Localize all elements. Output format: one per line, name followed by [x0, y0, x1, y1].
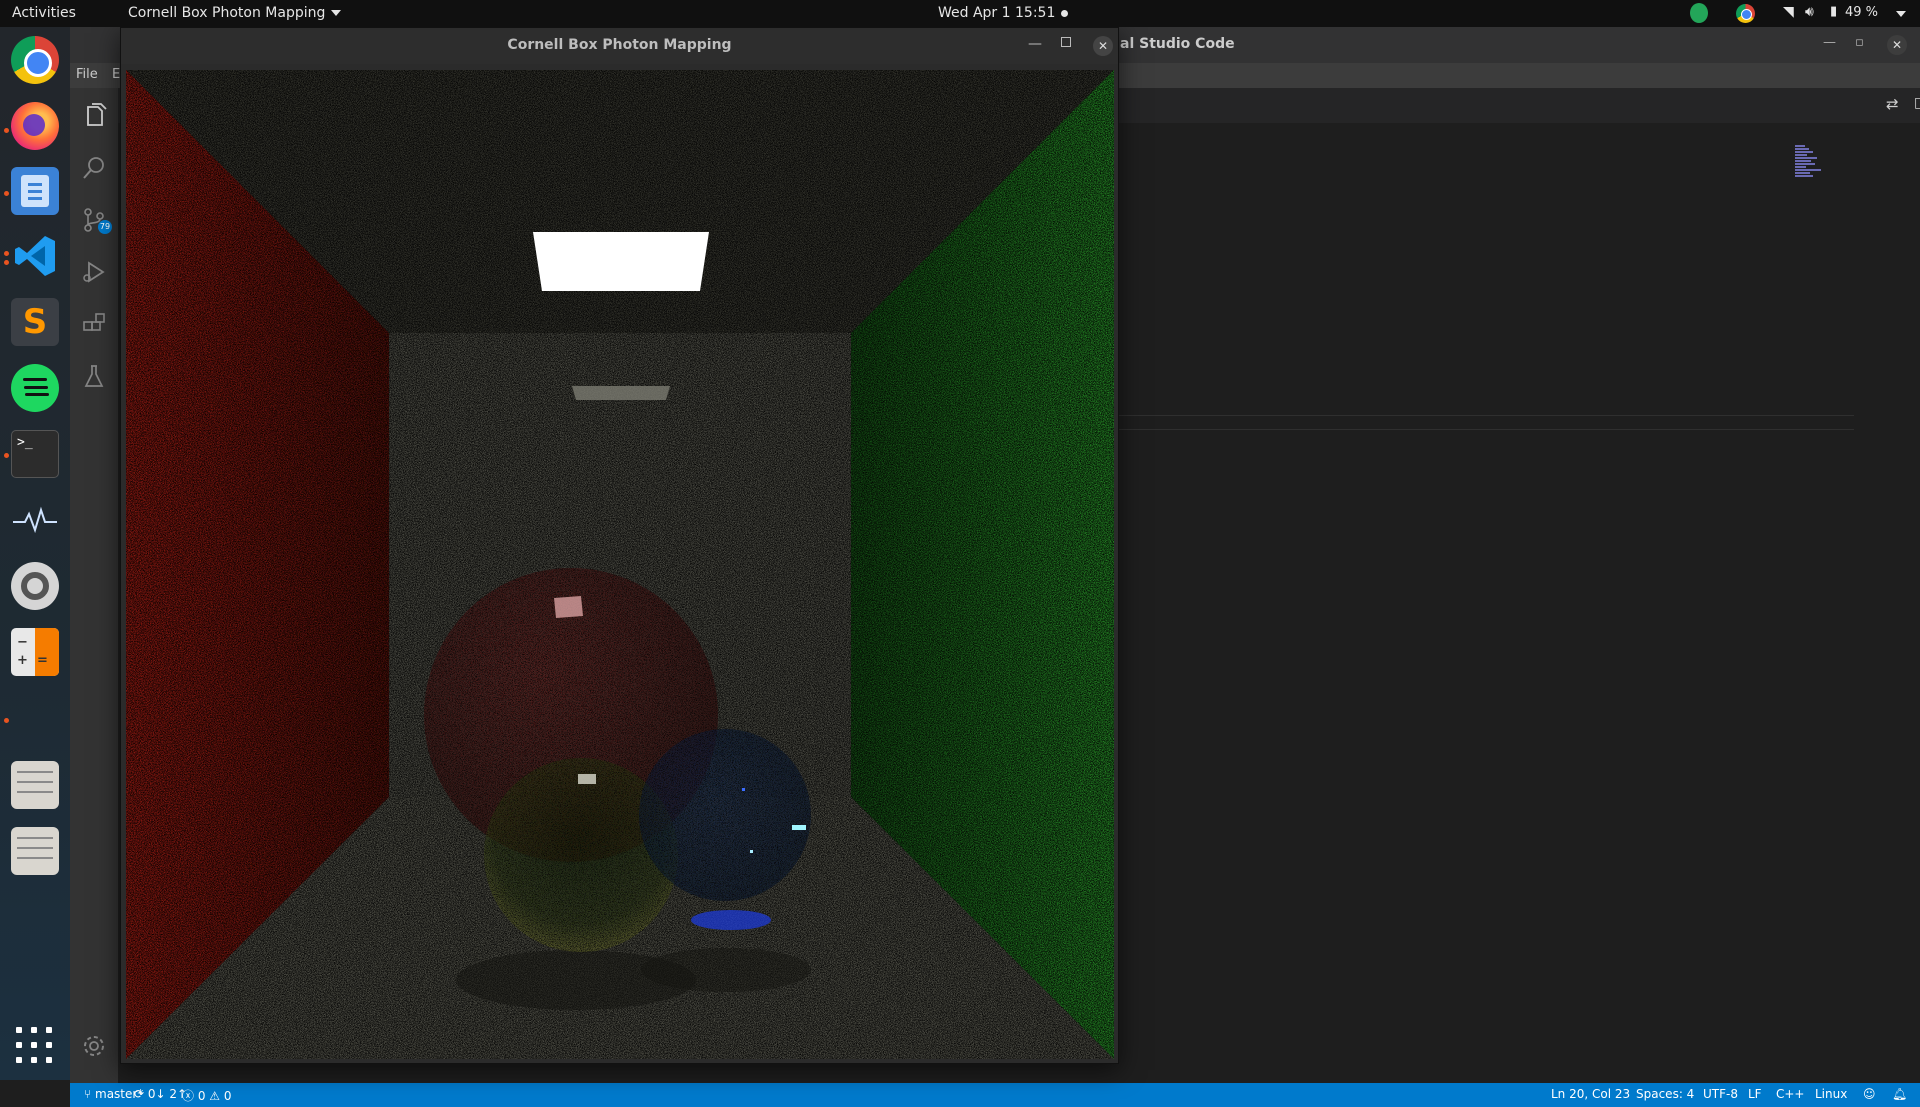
status-indicator-icon[interactable]: [1690, 3, 1708, 23]
render-maximize-button[interactable]: [1061, 37, 1071, 47]
running-indicator: [4, 128, 9, 133]
editor-divider: [1118, 415, 1854, 416]
volume-icon[interactable]: 🔊︎: [1805, 4, 1814, 20]
clock[interactable]: Wed Apr 1 15:51: [938, 5, 1069, 21]
notification-dot: [1061, 9, 1069, 17]
chrome-tray-icon[interactable]: [1736, 4, 1755, 23]
vscode-title: al Studio Code: [1120, 36, 1235, 52]
running-indicator: [4, 453, 9, 458]
running-indicator: [4, 191, 9, 196]
render-window[interactable]: Cornell Box Photon Mapping — ✕: [120, 27, 1119, 1064]
notifications-bell-icon[interactable]: 🔔︎: [1892, 1087, 1907, 1101]
clock-label: Wed Apr 1 15:51: [938, 5, 1056, 21]
running-indicator: [4, 718, 9, 723]
render-minimize-button[interactable]: —: [1028, 36, 1042, 52]
files-icon[interactable]: [11, 167, 59, 215]
run-debug-icon[interactable]: [78, 256, 110, 288]
blue-sphere: [639, 729, 811, 901]
show-applications-icon[interactable]: [16, 1027, 54, 1065]
system-monitor-icon[interactable]: [11, 496, 59, 544]
search-icon[interactable]: [78, 152, 110, 184]
render-window-title: Cornell Box Photon Mapping: [507, 37, 732, 53]
menu-edit[interactable]: E: [112, 67, 120, 82]
vscode-icon[interactable]: [11, 232, 59, 280]
chrome-icon[interactable]: [11, 36, 59, 84]
scm-badge: 79: [98, 220, 112, 234]
extensions-icon[interactable]: [78, 308, 110, 340]
explorer-icon[interactable]: [78, 100, 110, 132]
battery-percent: 49 %: [1845, 5, 1879, 20]
status-os[interactable]: Linux: [1815, 1087, 1847, 1101]
vscode-minimize-button[interactable]: —: [1823, 35, 1836, 50]
split-editor-icon[interactable]: ◫: [1914, 95, 1920, 111]
status-encoding[interactable]: UTF-8: [1703, 1087, 1738, 1101]
ubuntu-dock: [0, 27, 70, 1080]
minimap[interactable]: [1795, 145, 1847, 185]
running-indicator: [4, 260, 9, 265]
activities-button[interactable]: Activities: [12, 5, 76, 21]
cornell-box-render: [126, 70, 1114, 1059]
drive-icon[interactable]: [11, 827, 59, 875]
settings-icon[interactable]: [11, 562, 59, 610]
gnome-top-bar: Activities Cornell Box Photon Mapping We…: [0, 0, 1920, 27]
testing-flask-icon[interactable]: [78, 360, 110, 392]
wifi-icon[interactable]: ◥: [1783, 4, 1794, 20]
system-tray: ◥ 🔊︎ ▮ 49 %: [1660, 0, 1920, 27]
open-changes-icon[interactable]: ⇄: [1886, 95, 1899, 113]
battery-icon[interactable]: ▮: [1830, 4, 1837, 19]
status-language[interactable]: C++: [1776, 1087, 1805, 1101]
drive-icon[interactable]: [11, 761, 59, 809]
render-close-button[interactable]: ✕: [1093, 36, 1113, 56]
menu-file[interactable]: File: [76, 67, 98, 82]
vscode-maximize-button[interactable]: ▫: [1855, 35, 1864, 50]
terminal-icon[interactable]: [11, 430, 59, 478]
status-indentation[interactable]: Spaces: 4: [1636, 1087, 1694, 1101]
feedback-icon[interactable]: ☺: [1863, 1087, 1876, 1101]
status-sync[interactable]: ⟳ 0↓ 2↑: [134, 1087, 187, 1101]
vscode-close-button[interactable]: ✕: [1887, 35, 1907, 55]
source-control-icon[interactable]: 79: [78, 204, 112, 236]
status-eol[interactable]: LF: [1748, 1087, 1762, 1101]
editor-divider: [1118, 429, 1854, 430]
manage-gear-icon[interactable]: [78, 1030, 110, 1062]
status-bar: ⑂ master* ⟳ 0↓ 2↑ ⓧ 0 ⚠ 0 Ln 20, Col 23 …: [70, 1083, 1920, 1107]
app-menu-label: Cornell Box Photon Mapping: [128, 5, 326, 21]
ceiling-light: [533, 232, 709, 291]
system-menu-chevron-icon[interactable]: [1896, 11, 1906, 17]
running-indicator: [4, 251, 9, 256]
status-cursor-position[interactable]: Ln 20, Col 23: [1551, 1087, 1630, 1101]
light-reflection: [572, 386, 670, 400]
calculator-icon[interactable]: [11, 628, 59, 676]
spotify-icon[interactable]: [11, 364, 59, 412]
render-window-titlebar[interactable]: Cornell Box Photon Mapping — ✕: [121, 28, 1118, 64]
app-menu[interactable]: Cornell Box Photon Mapping: [128, 5, 342, 21]
vscode-activity-bar: 79: [70, 88, 118, 1083]
sublime-text-icon[interactable]: [11, 298, 59, 346]
chevron-down-icon: [331, 10, 342, 16]
status-problems[interactable]: ⓧ 0 ⚠ 0: [182, 1087, 232, 1104]
firefox-icon[interactable]: [11, 102, 59, 150]
